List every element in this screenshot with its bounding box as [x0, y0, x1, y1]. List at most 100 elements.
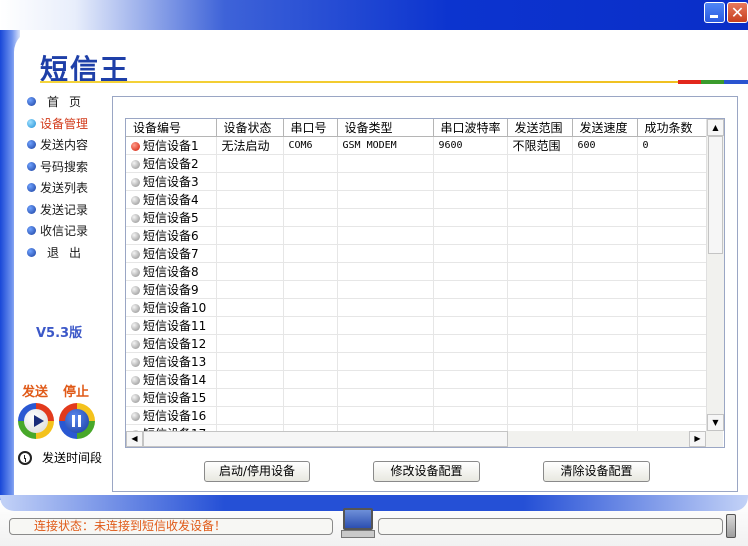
table-cell-speed [572, 316, 638, 335]
table-cell-status: 无法启动 [216, 136, 284, 155]
table-row[interactable]: 短信设备5 [126, 208, 708, 227]
table-cell-type [337, 334, 434, 353]
table-row[interactable]: 短信设备15 [126, 388, 708, 407]
column-header[interactable]: 串口波特率 [433, 119, 508, 137]
vertical-scrollbar[interactable]: ▲ ▼ [706, 119, 724, 431]
device-name: 短信设备5 [143, 211, 199, 225]
table-cell-speed [572, 226, 638, 245]
table-cell-speed [572, 298, 638, 317]
table-cell-range [507, 208, 573, 227]
scroll-down-icon[interactable]: ▼ [707, 414, 724, 431]
table-cell-success [637, 316, 708, 335]
table-cell-range [507, 190, 573, 209]
table-row[interactable]: 短信设备3 [126, 172, 708, 191]
device-table: 设备编号 设备状态 串口号 设备类型 串口波特率 发送范围 发送速度 成功条数 … [125, 118, 725, 448]
table-cell-success [637, 334, 708, 353]
scroll-thumb[interactable] [143, 431, 508, 447]
table-cell-port [283, 280, 338, 299]
table-row[interactable]: 短信设备6 [126, 226, 708, 245]
sidebar-item-label: 设备管理 [40, 116, 89, 131]
table-cell-baud: 9600 [433, 136, 508, 155]
scroll-right-icon[interactable]: ▶ [689, 431, 706, 447]
scroll-up-icon[interactable]: ▲ [707, 119, 724, 136]
table-cell-speed [572, 406, 638, 425]
close-icon[interactable]: ✕ [727, 2, 748, 23]
table-cell-baud [433, 262, 508, 281]
horizontal-scrollbar[interactable]: ◀ ▶ [126, 431, 706, 447]
table-cell-type [337, 190, 434, 209]
scroll-thumb[interactable] [708, 136, 723, 254]
column-header[interactable]: 发送速度 [572, 119, 638, 137]
table-row[interactable]: 短信设备7 [126, 244, 708, 263]
column-header[interactable]: 成功条数 [637, 119, 708, 137]
table-cell-type [337, 388, 434, 407]
scroll-left-icon[interactable]: ◀ [126, 431, 143, 447]
start-stop-device-button[interactable]: 启动/停用设备 [204, 461, 310, 482]
clear-config-button[interactable]: 清除设备配置 [543, 461, 650, 482]
table-cell-baud [433, 208, 508, 227]
sidebar-item-send-log[interactable]: 发送记录 [27, 199, 107, 221]
table-row[interactable]: 短信设备14 [126, 370, 708, 389]
table-cell-success [637, 280, 708, 299]
table-cell-status [216, 226, 284, 245]
table-row[interactable]: 短信设备1 无法启动 COM6 GSM MODEM 9600 不限范围 600 0 [126, 136, 708, 155]
bottom-frame-bar [0, 495, 748, 511]
table-cell-port [283, 316, 338, 335]
table-row[interactable]: 短信设备4 [126, 190, 708, 209]
status-panel [378, 518, 723, 535]
column-header[interactable]: 设备类型 [337, 119, 434, 137]
table-row[interactable]: 短信设备12 [126, 334, 708, 353]
table-row[interactable]: 短信设备16 [126, 406, 708, 425]
sidebar-item-label: 收信记录 [40, 224, 89, 239]
table-cell-status [216, 352, 284, 371]
table-row[interactable]: 短信设备11 [126, 316, 708, 335]
send-time-button[interactable]: 发送时间段 [18, 449, 102, 466]
device-name-cell: 短信设备7 [126, 244, 217, 263]
table-row[interactable]: 短信设备9 [126, 280, 708, 299]
table-cell-type [337, 172, 434, 191]
sidebar-item-number-search[interactable]: 号码搜索 [27, 156, 107, 178]
sidebar-item-send-list[interactable]: 发送列表 [27, 177, 107, 199]
sidebar-item-exit[interactable]: 退出 [27, 242, 107, 264]
table-cell-type [337, 208, 434, 227]
column-header[interactable]: 设备编号 [126, 119, 217, 137]
version-label: V5.3版 [36, 326, 83, 341]
table-cell-baud [433, 298, 508, 317]
column-header[interactable]: 设备状态 [216, 119, 284, 137]
sidebar-item-label: 退出 [47, 245, 92, 260]
table-row[interactable]: 短信设备13 [126, 352, 708, 371]
device-name-cell: 短信设备12 [126, 334, 217, 353]
device-name-cell: 短信设备13 [126, 352, 217, 371]
table-cell-baud [433, 370, 508, 389]
table-cell-port [283, 190, 338, 209]
scroll-corner [706, 431, 723, 447]
table-cell-baud [433, 334, 508, 353]
sidebar-item-send-content[interactable]: 发送内容 [27, 134, 107, 156]
table-cell-range [507, 226, 573, 245]
modify-config-button[interactable]: 修改设备配置 [373, 461, 480, 482]
bullet-icon [27, 226, 36, 236]
table-row[interactable]: 短信设备10 [126, 298, 708, 317]
table-cell-success [637, 190, 708, 209]
minimize-icon[interactable] [704, 2, 725, 23]
table-cell-port [283, 352, 338, 371]
table-cell-port [283, 262, 338, 281]
table-cell-type [337, 280, 434, 299]
table-cell-speed [572, 262, 638, 281]
table-cell-speed [572, 370, 638, 389]
bullet-icon [27, 97, 36, 107]
play-icon[interactable] [18, 403, 54, 439]
status-dot-icon [131, 232, 140, 241]
column-header[interactable]: 发送范围 [507, 119, 573, 137]
column-header[interactable]: 串口号 [283, 119, 338, 137]
bullet-icon [27, 161, 36, 171]
pause-icon[interactable] [59, 403, 95, 439]
table-cell-port [283, 154, 338, 173]
table-row[interactable]: 短信设备8 [126, 262, 708, 281]
table-row[interactable]: 短信设备2 [126, 154, 708, 173]
table-cell-status [216, 316, 284, 335]
sidebar-item-home[interactable]: 首页 [27, 91, 107, 113]
sidebar-item-device-management[interactable]: 设备管理 [27, 113, 107, 135]
send-label: 发送 [22, 385, 49, 400]
sidebar-item-receive-log[interactable]: 收信记录 [27, 220, 107, 242]
